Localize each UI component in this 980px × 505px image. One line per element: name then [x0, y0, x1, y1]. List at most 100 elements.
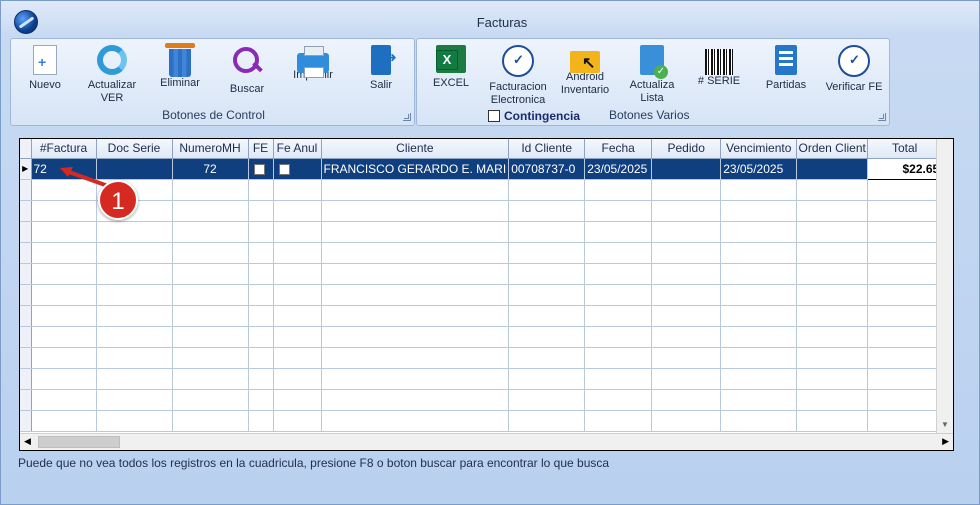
table-row[interactable]: ▶ 72 72 FRANCISCO GERARDO E. MARI 007087… [20, 157, 943, 180]
empty-cell[interactable] [172, 221, 249, 243]
empty-cell[interactable] [508, 284, 586, 306]
empty-cell[interactable] [172, 368, 249, 390]
empty-cell[interactable] [172, 242, 249, 264]
empty-cell[interactable] [651, 221, 722, 243]
empty-cell[interactable] [508, 368, 586, 390]
empty-cell[interactable] [172, 263, 249, 285]
empty-cell[interactable] [248, 221, 274, 243]
cell-cliente[interactable]: FRANCISCO GERARDO E. MARI [321, 158, 510, 180]
empty-cell[interactable] [321, 305, 510, 327]
empty-cell[interactable] [321, 347, 510, 369]
vertical-scrollbar[interactable]: ▼ [936, 139, 953, 433]
empty-cell[interactable] [651, 389, 722, 411]
serie-button[interactable]: # SERIE [697, 45, 741, 107]
empty-cell[interactable] [796, 326, 869, 348]
cell-pedido[interactable] [651, 158, 722, 180]
empty-cell[interactable] [96, 326, 173, 348]
empty-cell[interactable] [584, 389, 653, 411]
empty-cell[interactable] [508, 242, 586, 264]
empty-cell[interactable] [508, 347, 586, 369]
empty-table-row[interactable] [20, 410, 943, 432]
imprimir-button[interactable]: Imprimir [289, 45, 337, 107]
excel-button[interactable]: EXCEL [431, 45, 471, 107]
cell-fe[interactable] [248, 158, 274, 180]
empty-cell[interactable] [172, 347, 249, 369]
empty-cell[interactable] [720, 200, 798, 222]
empty-cell[interactable] [651, 347, 722, 369]
empty-cell[interactable] [172, 389, 249, 411]
facturacion-electronica-button[interactable]: Facturacion Electronica [487, 45, 549, 107]
cell-id-cliente[interactable]: 00708737-0 [508, 158, 586, 180]
empty-table-row[interactable] [20, 347, 943, 369]
scroll-left-icon[interactable]: ◀ [24, 436, 31, 447]
empty-cell[interactable] [720, 347, 798, 369]
empty-cell[interactable] [248, 284, 274, 306]
col-header-orden-client[interactable]: Orden Client [796, 139, 869, 159]
salir-button[interactable]: Salir [361, 45, 401, 107]
col-header-vencimiento[interactable]: Vencimiento [720, 139, 798, 159]
buscar-button[interactable]: Buscar [224, 45, 270, 107]
cell-vencimiento[interactable]: 23/05/2025 [720, 158, 798, 180]
empty-cell[interactable] [248, 242, 274, 264]
empty-cell[interactable] [651, 179, 722, 201]
empty-cell[interactable] [720, 179, 798, 201]
empty-cell[interactable] [796, 200, 869, 222]
empty-cell[interactable] [867, 284, 943, 306]
empty-cell[interactable] [248, 410, 274, 432]
empty-cell[interactable] [796, 368, 869, 390]
empty-cell[interactable] [321, 368, 510, 390]
empty-cell[interactable] [584, 263, 653, 285]
empty-cell[interactable] [796, 221, 869, 243]
empty-cell[interactable] [651, 263, 722, 285]
empty-cell[interactable] [720, 263, 798, 285]
empty-cell[interactable] [248, 179, 274, 201]
empty-cell[interactable] [31, 200, 97, 222]
empty-cell[interactable] [321, 179, 510, 201]
empty-cell[interactable] [273, 389, 322, 411]
empty-table-row[interactable] [20, 284, 943, 306]
col-header-numeromh[interactable]: NumeroMH [172, 139, 249, 159]
empty-cell[interactable] [321, 326, 510, 348]
empty-cell[interactable] [584, 305, 653, 327]
empty-cell[interactable] [172, 326, 249, 348]
empty-cell[interactable] [508, 263, 586, 285]
empty-cell[interactable] [321, 200, 510, 222]
empty-cell[interactable] [720, 326, 798, 348]
empty-cell[interactable] [31, 389, 97, 411]
empty-cell[interactable] [31, 305, 97, 327]
empty-cell[interactable] [273, 326, 322, 348]
empty-cell[interactable] [867, 305, 943, 327]
empty-cell[interactable] [273, 284, 322, 306]
empty-cell[interactable] [31, 410, 97, 432]
empty-cell[interactable] [248, 305, 274, 327]
empty-cell[interactable] [96, 389, 173, 411]
empty-cell[interactable] [796, 389, 869, 411]
empty-cell[interactable] [796, 284, 869, 306]
empty-cell[interactable] [584, 200, 653, 222]
empty-cell[interactable] [273, 242, 322, 264]
empty-cell[interactable] [796, 263, 869, 285]
empty-cell[interactable] [321, 221, 510, 243]
cell-total[interactable]: $22.65 [867, 157, 943, 180]
empty-cell[interactable] [867, 368, 943, 390]
cell-fecha[interactable]: 23/05/2025 [584, 158, 653, 180]
empty-cell[interactable] [867, 326, 943, 348]
empty-cell[interactable] [508, 305, 586, 327]
empty-cell[interactable] [584, 410, 653, 432]
horizontal-scrollbar[interactable]: ◀ ▶ [20, 433, 953, 450]
empty-cell[interactable] [273, 221, 322, 243]
empty-cell[interactable] [508, 410, 586, 432]
empty-cell[interactable] [584, 368, 653, 390]
col-header-id-cliente[interactable]: Id Cliente [508, 139, 586, 159]
partidas-button[interactable]: Partidas [762, 45, 810, 107]
empty-cell[interactable] [273, 347, 322, 369]
empty-cell[interactable] [651, 284, 722, 306]
empty-cell[interactable] [321, 263, 510, 285]
empty-cell[interactable] [720, 410, 798, 432]
empty-cell[interactable] [867, 242, 943, 264]
verificar-fe-button[interactable]: Verificar FE [822, 45, 886, 107]
empty-cell[interactable] [96, 221, 173, 243]
empty-table-row[interactable] [20, 242, 943, 264]
empty-cell[interactable] [584, 347, 653, 369]
empty-cell[interactable] [508, 326, 586, 348]
